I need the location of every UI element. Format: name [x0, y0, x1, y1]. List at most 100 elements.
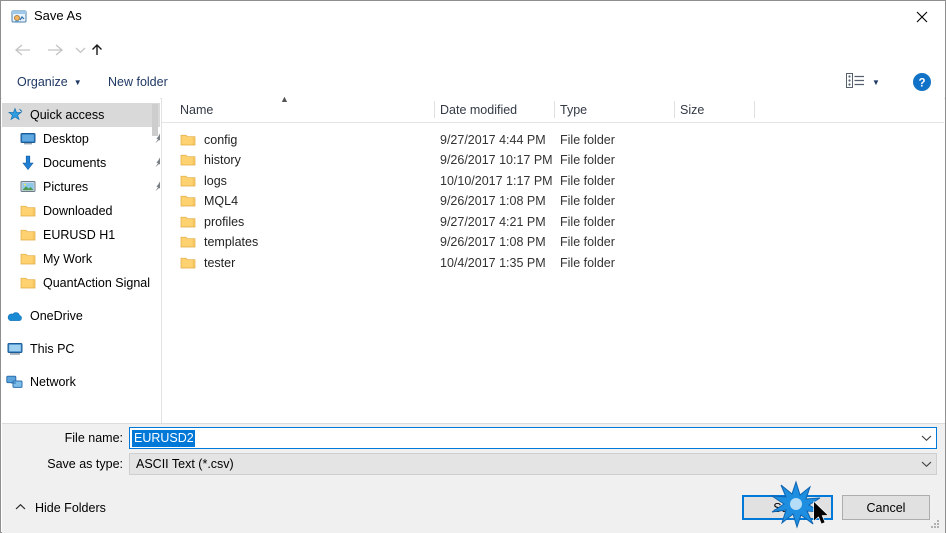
folder-icon — [180, 133, 196, 147]
column-divider[interactable] — [674, 101, 675, 118]
column-header-label: Name — [180, 103, 213, 117]
help-button[interactable]: ? — [912, 72, 932, 92]
table-row[interactable]: logs10/10/2017 1:17 PMFile folder — [162, 170, 944, 191]
sidebar-item-onedrive[interactable]: OneDrive — [2, 304, 160, 328]
folder-icon — [180, 174, 196, 188]
sidebar-item-documents[interactable]: Documents — [2, 151, 160, 175]
sidebar-item-eurusd-h1[interactable]: EURUSD H1 — [2, 223, 160, 247]
sidebar-item-quick-access[interactable]: Quick access — [2, 103, 160, 127]
hide-folders-label: Hide Folders — [35, 501, 106, 515]
chevron-down-icon: ▼ — [872, 78, 880, 87]
column-header-type[interactable]: Type — [560, 98, 587, 121]
sidebar-item-label: Pictures — [43, 180, 88, 194]
file-name-dropdown-arrow[interactable] — [917, 428, 935, 448]
file-name-value: EURUSD2 — [132, 430, 195, 447]
folder-icon — [180, 153, 196, 167]
sidebar-item-label: OneDrive — [30, 309, 83, 323]
metatrader-icon — [11, 9, 27, 25]
column-header-label: Size — [680, 103, 704, 117]
type-cell: File folder — [560, 153, 615, 167]
sort-ascending-icon: ▲ — [280, 94, 289, 104]
column-divider[interactable] — [434, 101, 435, 118]
type-cell: File folder — [560, 256, 615, 270]
chevron-up-icon — [15, 503, 26, 513]
folder-icon — [180, 194, 196, 208]
save-as-type-label: Save as type: — [29, 457, 123, 471]
cancel-button[interactable]: Cancel — [842, 495, 930, 520]
hide-folders-button[interactable]: Hide Folders — [15, 498, 106, 518]
table-row[interactable]: profiles9/27/2017 4:21 PMFile folder — [162, 211, 944, 232]
column-header-label: Date modified — [440, 103, 517, 117]
date-modified-cell: 9/26/2017 10:17 PM — [440, 153, 553, 167]
date-modified-cell: 10/10/2017 1:17 PM — [440, 174, 553, 188]
view-options-icon — [846, 73, 865, 91]
back-button[interactable] — [9, 32, 37, 67]
table-row[interactable]: history 9/26/2017 10:17 PM File folder — [162, 150, 944, 171]
network-icon — [6, 374, 23, 390]
forward-button[interactable] — [41, 32, 69, 67]
sidebar-item-label: Quick access — [30, 108, 104, 122]
column-header-row: Name▲ Date modified Type Size — [162, 98, 944, 123]
folder-icon — [180, 235, 196, 249]
pin-icon[interactable] — [153, 156, 160, 168]
save-as-type-select[interactable]: ASCII Text (*.csv) — [129, 453, 937, 475]
new-folder-button[interactable]: New folder — [108, 67, 168, 97]
chevron-down-icon — [75, 46, 86, 54]
column-header-date-modified[interactable]: Date modified — [440, 98, 517, 121]
save-button[interactable]: Save — [742, 495, 833, 520]
column-divider[interactable] — [554, 101, 555, 118]
folder-icon — [19, 227, 36, 243]
sidebar-item-network[interactable]: Network — [2, 370, 160, 394]
sidebar-item-label: EURUSD H1 — [43, 228, 115, 242]
table-row[interactable]: templates9/26/2017 1:08 PMFile folder — [162, 232, 944, 253]
save-as-type-value: ASCII Text (*.csv) — [136, 457, 234, 471]
pin-icon[interactable] — [153, 180, 160, 192]
file-name-cell: history — [204, 153, 241, 167]
file-row-name: tester — [180, 256, 235, 270]
organize-button[interactable]: Organize ▼ — [17, 67, 82, 97]
sidebar-item-this-pc[interactable]: This PC — [2, 337, 160, 361]
sidebar-item-downloaded[interactable]: Downloaded — [2, 199, 160, 223]
title-bar: Save As — [1, 1, 945, 32]
save-as-type-dropdown-arrow[interactable] — [917, 454, 935, 474]
sidebar-scrollbar-thumb[interactable] — [152, 104, 158, 136]
svg-text:?: ? — [918, 78, 925, 90]
sidebar-item-my-work[interactable]: My Work — [2, 247, 160, 271]
up-button[interactable] — [85, 32, 109, 67]
type-cell: File folder — [560, 215, 615, 229]
column-divider[interactable] — [754, 101, 755, 118]
close-button[interactable] — [899, 1, 945, 32]
folder-icon — [19, 203, 36, 219]
onedrive-icon — [6, 308, 23, 324]
resize-grip[interactable] — [930, 518, 940, 528]
sidebar-item-label: Network — [30, 375, 76, 389]
sidebar-item-pictures[interactable]: Pictures — [2, 175, 160, 199]
table-row[interactable]: MQL49/26/2017 1:08 PMFile folder — [162, 191, 944, 212]
cancel-label: Cancel — [867, 501, 906, 515]
date-modified-cell: 9/27/2017 4:44 PM — [440, 133, 546, 147]
view-options-button[interactable]: ▼ — [846, 67, 880, 97]
sidebar-item-label: Desktop — [43, 132, 89, 146]
folder-icon — [19, 275, 36, 291]
sidebar-item-label: My Work — [43, 252, 92, 266]
file-name-cell: tester — [204, 256, 235, 270]
organize-label: Organize — [17, 75, 68, 89]
chevron-down-icon: ▼ — [74, 78, 82, 87]
sidebar-item-quantaction-signal[interactable]: QuantAction Signal — [2, 271, 160, 295]
file-row-name: history — [180, 153, 241, 167]
documents-icon — [19, 155, 36, 171]
column-header-label: Type — [560, 103, 587, 117]
type-cell: File folder — [560, 133, 615, 147]
sidebar-item-desktop[interactable]: Desktop — [2, 127, 160, 151]
table-row[interactable]: tester10/4/2017 1:35 PMFile folder — [162, 252, 944, 273]
type-cell: File folder — [560, 174, 615, 188]
date-modified-cell: 9/27/2017 4:21 PM — [440, 215, 546, 229]
column-header-name[interactable]: Name▲ — [180, 98, 213, 121]
column-header-size[interactable]: Size — [680, 98, 704, 121]
date-modified-cell: 9/26/2017 1:08 PM — [440, 194, 546, 208]
file-name-input[interactable]: EURUSD2 — [129, 427, 937, 449]
window-title: Save As — [34, 8, 82, 23]
new-folder-label: New folder — [108, 75, 168, 89]
table-row[interactable]: config9/27/2017 4:44 PMFile folder — [162, 129, 944, 150]
forward-arrow-icon — [46, 43, 64, 57]
